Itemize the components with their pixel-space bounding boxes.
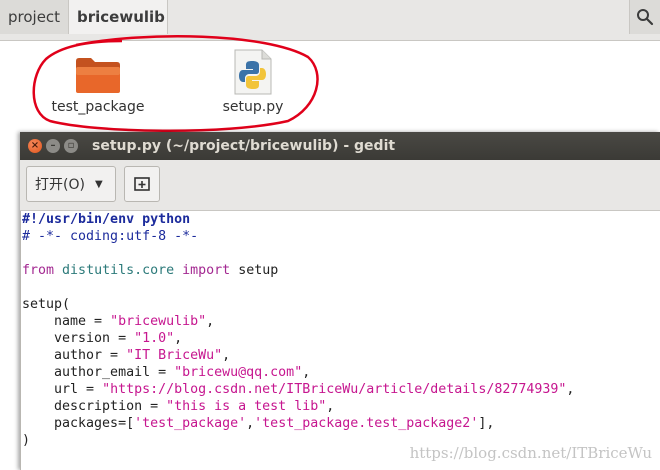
code-text: version = xyxy=(22,331,135,346)
code-keyword: from xyxy=(22,263,55,278)
title-bar: × – ▫ setup.py (~/project/bricewulib) - … xyxy=(20,132,660,160)
file-view: test_package setup.py xyxy=(0,35,660,141)
code-module: distutils.core xyxy=(62,263,175,278)
chevron-down-icon: ▼ xyxy=(94,178,103,190)
code-string: "https://blog.csdn.net/ITBriceWu/article… xyxy=(102,382,567,397)
code-string: "bricewu@qq.com" xyxy=(174,365,303,380)
code-keyword: import xyxy=(182,263,231,278)
code-text: author_email = xyxy=(22,365,175,380)
code-comment: # -*- coding:utf-8 -*- xyxy=(22,229,199,244)
maximize-icon: ▫ xyxy=(67,140,75,151)
code-line: author_email = "bricewu@qq.com", xyxy=(22,365,311,380)
code-line: description = "this is a test lib", xyxy=(22,399,335,414)
code-line: author = "IT BriceWu", xyxy=(22,348,231,363)
file-test-package[interactable]: test_package xyxy=(48,55,148,115)
code-text: setup xyxy=(230,263,279,278)
open-button[interactable]: 打开(O) ▼ xyxy=(26,166,116,202)
code-line: packages=['test_package','test_package.t… xyxy=(22,415,660,432)
code-text: setup( xyxy=(22,297,71,312)
close-icon: × xyxy=(30,140,40,151)
code-text: name = xyxy=(22,314,111,329)
maximize-button[interactable]: ▫ xyxy=(64,139,78,153)
code-line: setup( xyxy=(22,296,660,313)
code-string: "bricewulib" xyxy=(110,314,207,329)
file-setup-py[interactable]: setup.py xyxy=(208,49,298,115)
file-label: setup.py xyxy=(222,99,284,115)
open-button-label: 打开(O) xyxy=(35,177,85,193)
toolbar: 打开(O) ▼ xyxy=(20,160,660,211)
code-line: url = "https://blog.csdn.net/ITBriceWu/a… xyxy=(22,382,575,397)
breadcrumb-project[interactable]: project xyxy=(0,0,69,34)
new-tab-button[interactable] xyxy=(124,166,160,202)
path-bar: project bricewulib xyxy=(0,0,660,41)
code-string: "1.0" xyxy=(134,331,175,346)
breadcrumb-bricewulib[interactable]: bricewulib xyxy=(68,0,168,34)
watermark: https://blog.csdn.net/ITBriceWu xyxy=(409,444,652,462)
code-text: , xyxy=(246,416,255,431)
code-shebang: #!/usr/bin/env python xyxy=(22,212,191,227)
code-string: "IT BriceWu" xyxy=(126,348,223,363)
code-text: packages=[ xyxy=(22,416,135,431)
code-string: 'test_package' xyxy=(134,416,247,431)
new-tab-icon xyxy=(134,177,150,191)
code-text: ], xyxy=(478,416,495,431)
code-editor[interactable]: #!/usr/bin/env python # -*- coding:utf-8… xyxy=(20,211,660,470)
search-button[interactable] xyxy=(629,0,660,34)
code-line: # -*- coding:utf-8 -*- xyxy=(22,228,660,245)
code-string: 'test_package.test_package2' xyxy=(254,416,479,431)
search-icon xyxy=(637,9,654,26)
gedit-window: × – ▫ setup.py (~/project/bricewulib) - … xyxy=(20,132,660,470)
minimize-icon: – xyxy=(50,140,56,151)
minimize-button[interactable]: – xyxy=(46,139,60,153)
code-line: from distutils.core import setup xyxy=(22,262,660,279)
close-button[interactable]: × xyxy=(28,139,42,153)
window-title: setup.py (~/project/bricewulib) - gedit xyxy=(92,138,396,154)
code-text: url = xyxy=(22,382,103,397)
code-line: name = "bricewulib", xyxy=(22,314,215,329)
code-line: #!/usr/bin/env python xyxy=(22,211,660,228)
folder-icon xyxy=(76,58,120,93)
code-text: description = xyxy=(22,399,167,414)
python-file-icon xyxy=(234,49,272,95)
code-text: author = xyxy=(22,348,127,363)
file-label: test_package xyxy=(51,99,145,115)
code-string: "this is a test lib" xyxy=(166,399,327,414)
code-text: ) xyxy=(22,433,31,448)
code-line: version = "1.0", xyxy=(22,331,183,346)
